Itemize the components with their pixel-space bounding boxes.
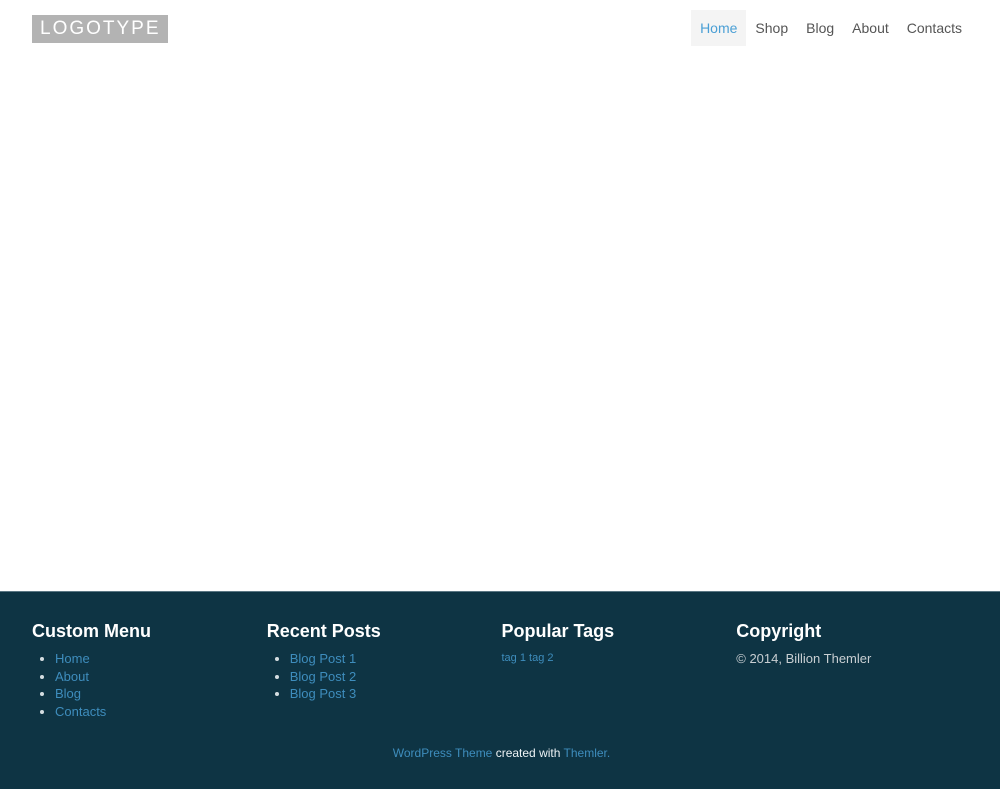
list-item: Blog xyxy=(55,685,247,703)
site-header: LOGOTYPE Home Shop Blog About Contacts xyxy=(0,0,1000,46)
list-item: Home xyxy=(55,650,247,668)
custom-menu-title: Custom Menu xyxy=(32,621,247,641)
main-content-empty xyxy=(0,46,1000,591)
nav-link-contacts[interactable]: Contacts xyxy=(898,10,971,46)
popular-tags-title: Popular Tags xyxy=(502,621,717,641)
recent-post-link-1[interactable]: Blog Post 1 xyxy=(290,651,357,666)
footer-credit: WordPress Theme created with Themler. xyxy=(29,746,971,760)
credit-text: created with xyxy=(496,746,561,760)
nav-link-blog[interactable]: Blog xyxy=(797,10,843,46)
recent-posts-list: Blog Post 1 Blog Post 2 Blog Post 3 xyxy=(267,650,482,703)
credit-suffix: . xyxy=(607,746,610,760)
footer-col-custom-menu: Custom Menu Home About Blog Contacts xyxy=(32,592,267,720)
custom-menu-list: Home About Blog Contacts xyxy=(32,650,247,720)
main-nav: Home Shop Blog About Contacts xyxy=(691,10,971,46)
tag-link-2[interactable]: tag 2 xyxy=(529,652,553,664)
footer-col-recent-posts: Recent Posts Blog Post 1 Blog Post 2 Blo… xyxy=(267,592,502,720)
footer-col-copyright: Copyright © 2014, Billion Themler xyxy=(736,592,971,720)
copyright-text: © 2014, Billion Themler xyxy=(736,651,951,667)
tags-line: tag 1 tag 2 xyxy=(502,652,717,665)
copyright-title: Copyright xyxy=(736,621,951,641)
custom-menu-link-blog[interactable]: Blog xyxy=(55,686,81,701)
tag-link-1[interactable]: tag 1 xyxy=(502,652,526,664)
list-item: About xyxy=(55,668,247,686)
custom-menu-link-home[interactable]: Home xyxy=(55,651,90,666)
site-footer: Custom Menu Home About Blog Contacts Rec… xyxy=(0,591,1000,789)
nav-link-about[interactable]: About xyxy=(843,10,898,46)
recent-posts-title: Recent Posts xyxy=(267,621,482,641)
themler-link[interactable]: Themler xyxy=(564,746,607,760)
site-logo[interactable]: LOGOTYPE xyxy=(32,15,168,43)
list-item: Blog Post 3 xyxy=(290,685,482,703)
custom-menu-link-contacts[interactable]: Contacts xyxy=(55,704,106,719)
list-item: Blog Post 2 xyxy=(290,668,482,686)
footer-col-popular-tags: Popular Tags tag 1 tag 2 xyxy=(502,592,737,720)
nav-item-home[interactable]: Home xyxy=(691,10,746,46)
nav-item-shop[interactable]: Shop xyxy=(746,10,797,46)
nav-item-about[interactable]: About xyxy=(843,10,898,46)
list-item: Contacts xyxy=(55,703,247,721)
main-nav-list: Home Shop Blog About Contacts xyxy=(691,10,971,46)
custom-menu-link-about[interactable]: About xyxy=(55,669,89,684)
wordpress-theme-link[interactable]: WordPress Theme xyxy=(393,746,493,760)
recent-post-link-2[interactable]: Blog Post 2 xyxy=(290,669,357,684)
recent-post-link-3[interactable]: Blog Post 3 xyxy=(290,686,357,701)
nav-link-home[interactable]: Home xyxy=(691,10,746,46)
nav-item-blog[interactable]: Blog xyxy=(797,10,843,46)
nav-item-contacts[interactable]: Contacts xyxy=(898,10,971,46)
list-item: Blog Post 1 xyxy=(290,650,482,668)
nav-link-shop[interactable]: Shop xyxy=(746,10,797,46)
